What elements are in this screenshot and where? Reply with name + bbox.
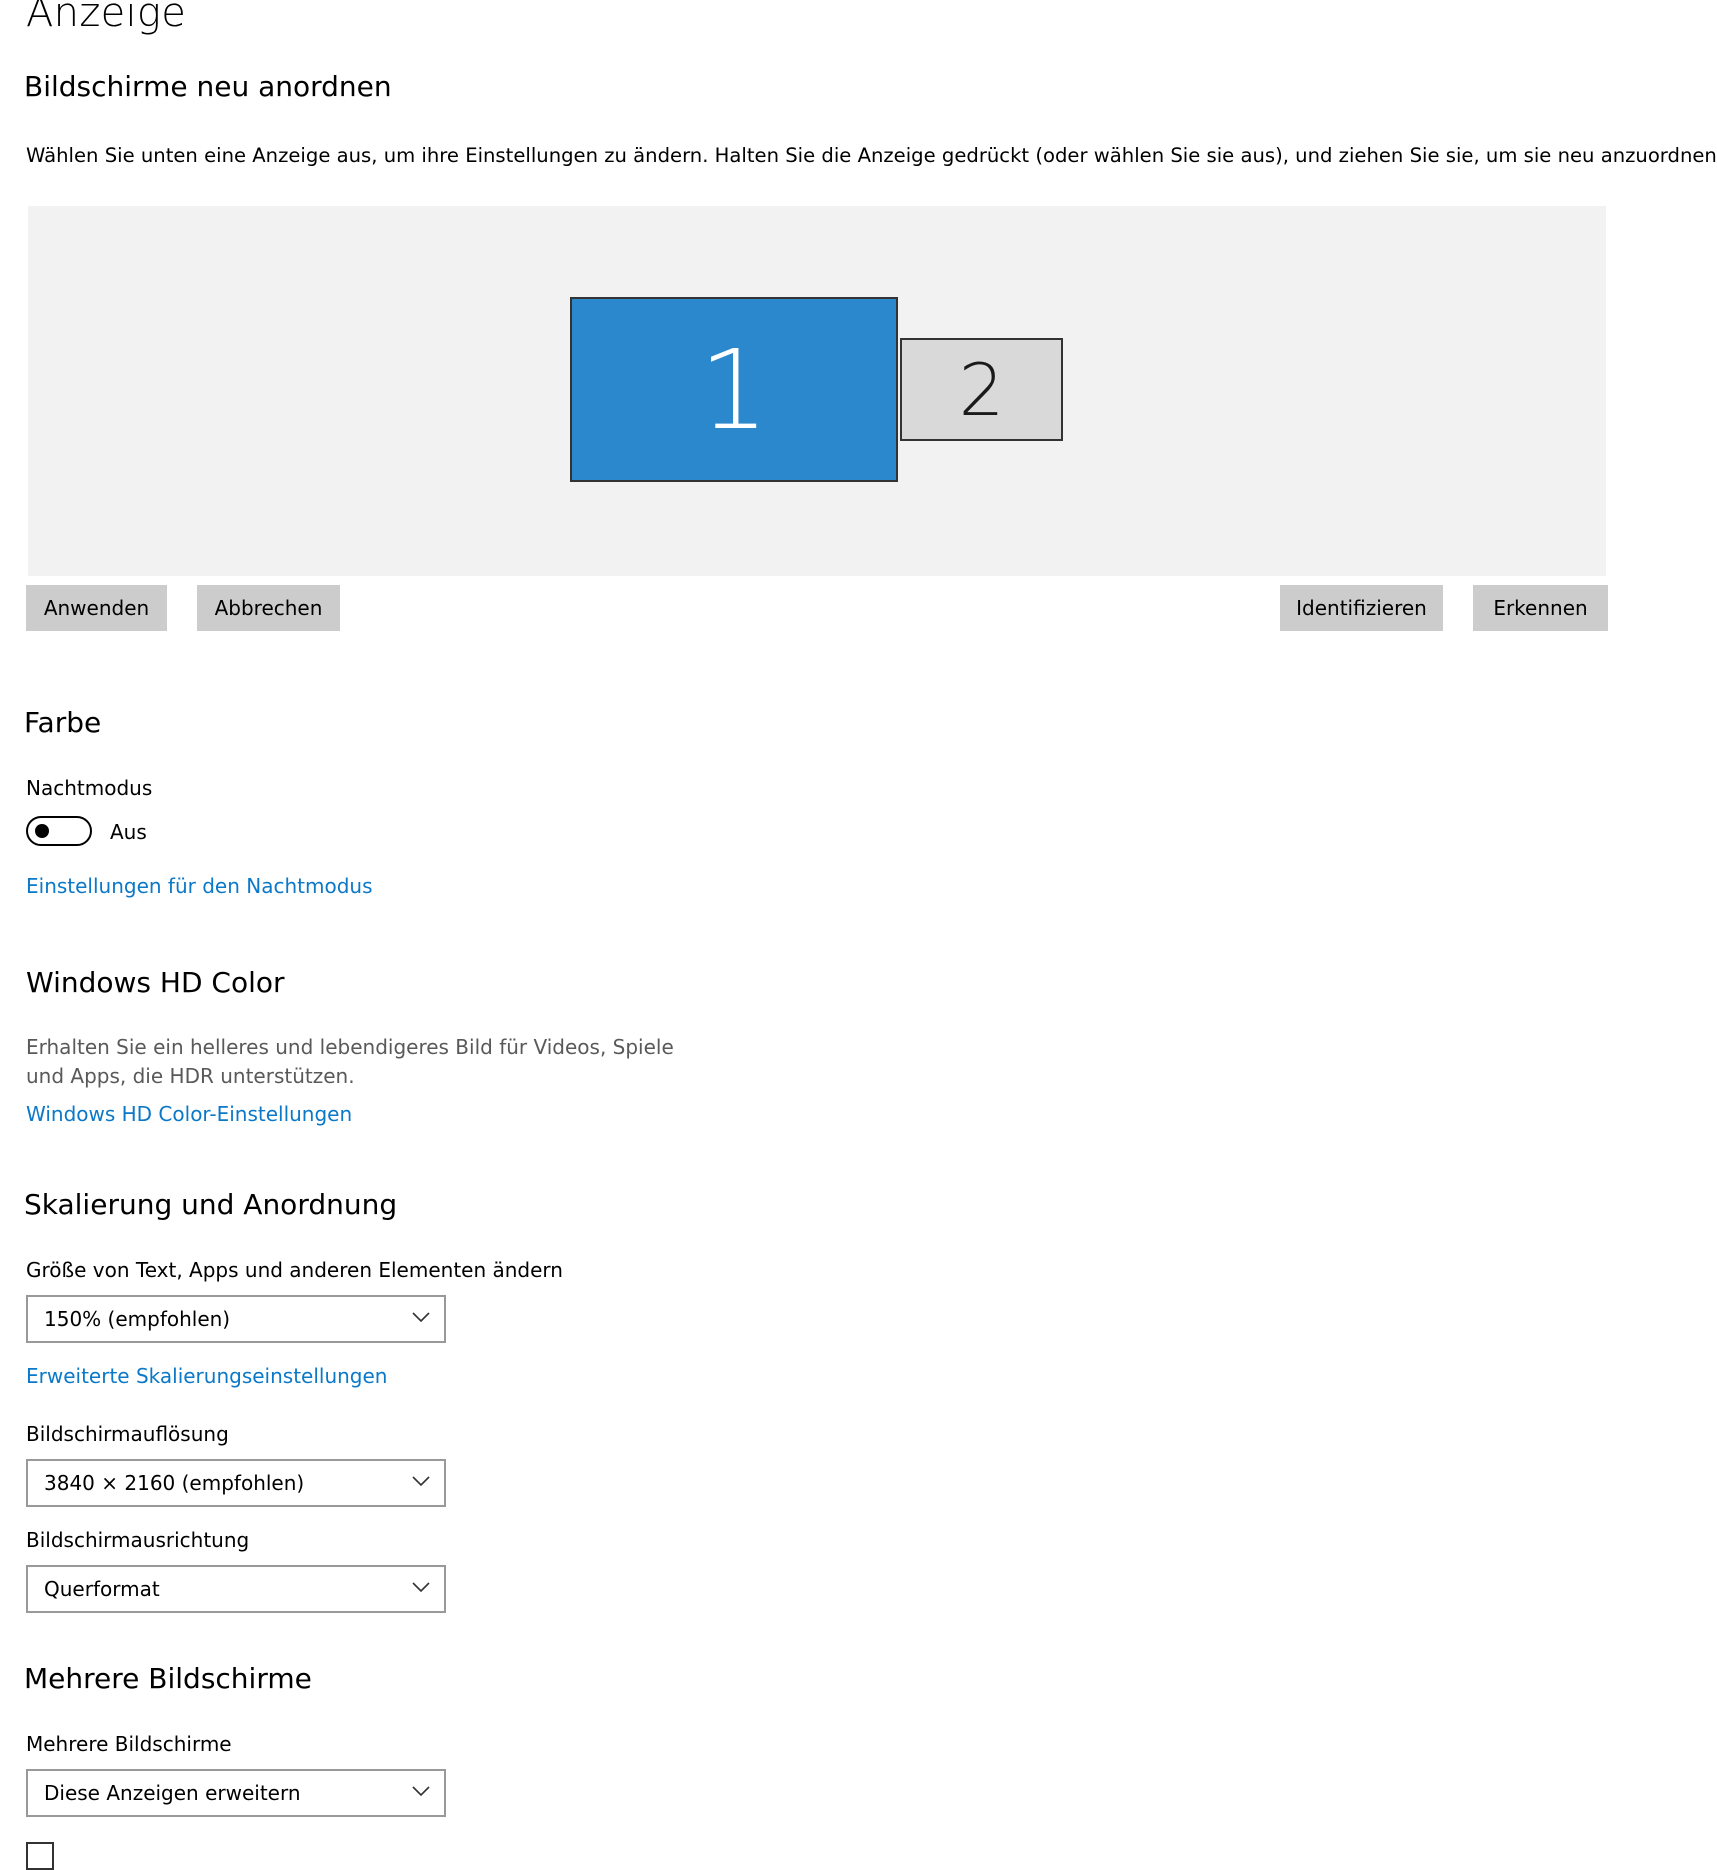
resolution-dropdown[interactable]: 3840 × 2160 (empfohlen): [26, 1459, 446, 1507]
monitor-2-number: 2: [958, 347, 1005, 432]
monitor-2[interactable]: 2: [900, 338, 1063, 441]
size-dropdown-value: 150% (empfohlen): [44, 1307, 231, 1331]
orientation-dropdown-value: Querformat: [44, 1577, 160, 1601]
orientation-label: Bildschirmausrichtung: [26, 1528, 250, 1552]
display-arrangement-area[interactable]: 1 2: [28, 206, 1606, 576]
hdr-description: Erhalten Sie ein helleres und lebendiger…: [26, 1035, 674, 1088]
cancel-button[interactable]: Abbrechen: [197, 585, 340, 631]
arrange-heading: Bildschirme neu anordnen: [24, 70, 392, 103]
multi-display-dropdown-value: Diese Anzeigen erweitern: [44, 1781, 301, 1805]
hdr-heading: Windows HD Color: [26, 966, 285, 999]
monitor-1-number: 1: [699, 325, 769, 454]
size-label: Größe von Text, Apps und anderen Element…: [26, 1258, 563, 1282]
apply-button[interactable]: Anwenden: [26, 585, 167, 631]
size-dropdown[interactable]: 150% (empfohlen): [26, 1295, 446, 1343]
hdr-settings-link[interactable]: Windows HD Color-Einstellungen: [26, 1102, 352, 1126]
monitor-1[interactable]: 1: [570, 297, 898, 482]
main-display-checkbox[interactable]: [26, 1842, 54, 1870]
chevron-down-icon: [412, 1312, 430, 1323]
chevron-down-icon: [412, 1786, 430, 1797]
scale-heading: Skalierung und Anordnung: [24, 1188, 398, 1221]
multi-display-label: Mehrere Bildschirme: [26, 1732, 232, 1756]
night-mode-label: Nachtmodus: [26, 776, 153, 800]
multi-display-heading: Mehrere Bildschirme: [24, 1662, 312, 1695]
color-heading: Farbe: [24, 706, 102, 739]
night-mode-state: Aus: [110, 820, 147, 844]
detect-button[interactable]: Erkennen: [1473, 585, 1608, 631]
toggle-knob: [35, 824, 49, 838]
night-mode-settings-link[interactable]: Einstellungen für den Nachtmodus: [26, 874, 373, 898]
night-mode-toggle[interactable]: [26, 816, 92, 846]
resolution-dropdown-value: 3840 × 2160 (empfohlen): [44, 1471, 305, 1495]
multi-display-dropdown[interactable]: Diese Anzeigen erweitern: [26, 1769, 446, 1817]
page-title: Anzeige: [26, 0, 187, 36]
orientation-dropdown[interactable]: Querformat: [26, 1565, 446, 1613]
identify-button[interactable]: Identifizieren: [1280, 585, 1443, 631]
chevron-down-icon: [412, 1476, 430, 1487]
resolution-label: Bildschirmauflösung: [26, 1422, 229, 1446]
advanced-scaling-link[interactable]: Erweiterte Skalierungseinstellungen: [26, 1364, 387, 1388]
arrange-description: Wählen Sie unten eine Anzeige aus, um ih…: [26, 144, 1717, 167]
chevron-down-icon: [412, 1582, 430, 1593]
